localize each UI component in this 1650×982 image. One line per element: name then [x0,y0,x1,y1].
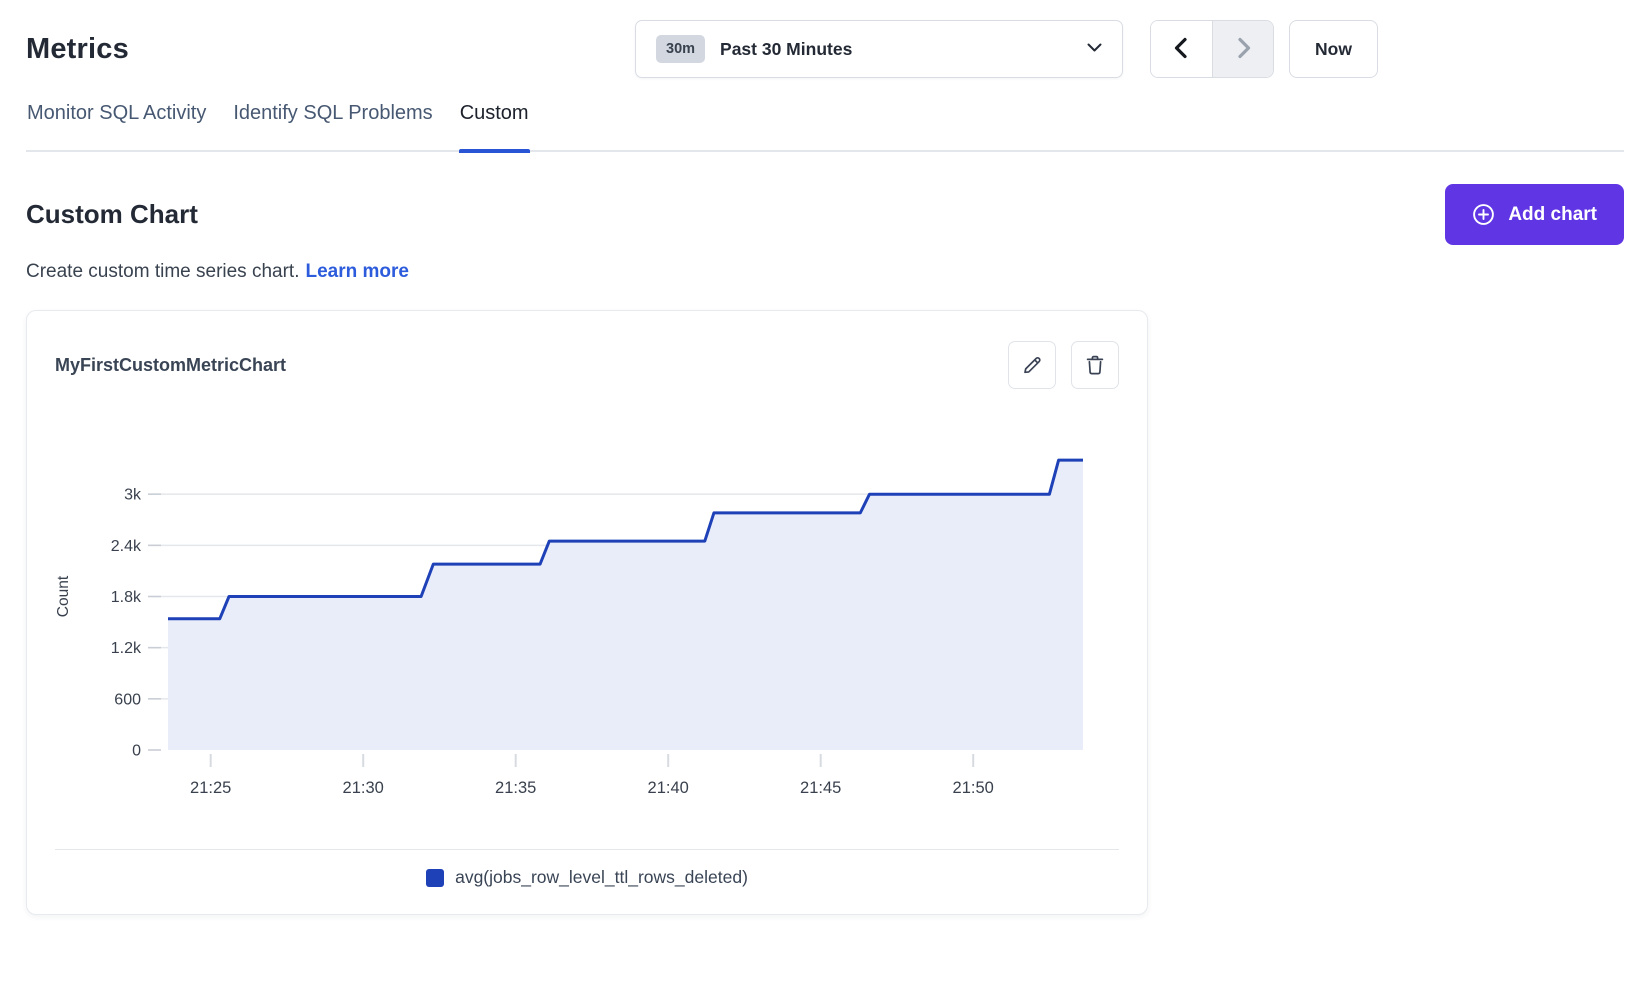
page-title: Metrics [26,33,129,66]
svg-text:Count: Count [55,575,72,617]
chevron-left-icon [1169,35,1195,64]
previous-interval-button[interactable] [1151,21,1212,77]
svg-text:1.2k: 1.2k [111,640,142,657]
timeseries-chart[interactable]: 0 600 1.2k 1.8k 2.4k 3k 21:25 21:30 21:35 21:40 21… [55,425,1121,805]
svg-text:2.4k: 2.4k [111,538,142,555]
section-description: Create custom time series chart. Learn mo… [26,261,1624,283]
svg-text:21:45: 21:45 [800,779,841,797]
svg-text:21:50: 21:50 [953,779,994,797]
chevron-right-icon [1230,35,1256,64]
section-heading: Custom Chart [26,199,198,230]
tab-bar: Monitor SQL Activity Identify SQL Proble… [26,102,1624,152]
section-description-text: Create custom time series chart. [26,261,299,282]
legend-label: avg(jobs_row_level_ttl_rows_deleted) [455,867,748,888]
edit-chart-button[interactable] [1008,341,1056,389]
svg-text:21:40: 21:40 [648,779,689,797]
top-bar: Metrics 30m Past 30 Minutes [26,0,1624,78]
chevron-down-icon [1087,40,1102,58]
next-interval-button[interactable] [1212,21,1273,77]
svg-text:3k: 3k [124,487,142,504]
learn-more-link[interactable]: Learn more [305,261,408,282]
tab-monitor-sql-activity[interactable]: Monitor SQL Activity [26,102,207,150]
delete-chart-button[interactable] [1071,341,1119,389]
time-controls: 30m Past 30 Minutes Now [635,20,1378,78]
svg-text:21:35: 21:35 [495,779,536,797]
svg-text:0: 0 [132,743,141,760]
section-header: Custom Chart Add chart [26,184,1624,245]
svg-text:21:25: 21:25 [190,779,231,797]
custom-chart-card: MyFirstCustomMetricChart 0 600 1.2k 1.8k 2.4… [26,310,1148,915]
tab-identify-sql-problems[interactable]: Identify SQL Problems [232,102,433,150]
time-range-select[interactable]: 30m Past 30 Minutes [635,20,1123,78]
add-chart-label: Add chart [1508,204,1597,226]
svg-text:21:30: 21:30 [343,779,384,797]
chart-actions [1008,341,1119,389]
chart-legend: avg(jobs_row_level_ttl_rows_deleted) [55,867,1119,892]
card-divider [55,849,1119,850]
svg-text:600: 600 [114,691,141,708]
time-range-label: Past 30 Minutes [720,39,1072,60]
plus-circle-icon [1472,203,1495,226]
chart-title: MyFirstCustomMetricChart [55,355,286,376]
svg-text:1.8k: 1.8k [111,589,142,606]
now-button[interactable]: Now [1289,20,1378,78]
chart-card-header: MyFirstCustomMetricChart [55,341,1119,389]
legend-swatch [426,869,444,887]
tab-custom[interactable]: Custom [459,102,530,150]
page: Metrics 30m Past 30 Minutes [0,0,1650,915]
add-chart-button[interactable]: Add chart [1445,184,1624,245]
trash-icon [1083,353,1107,377]
time-range-badge: 30m [656,35,705,63]
time-step-group [1150,20,1274,78]
pencil-icon [1020,353,1044,377]
